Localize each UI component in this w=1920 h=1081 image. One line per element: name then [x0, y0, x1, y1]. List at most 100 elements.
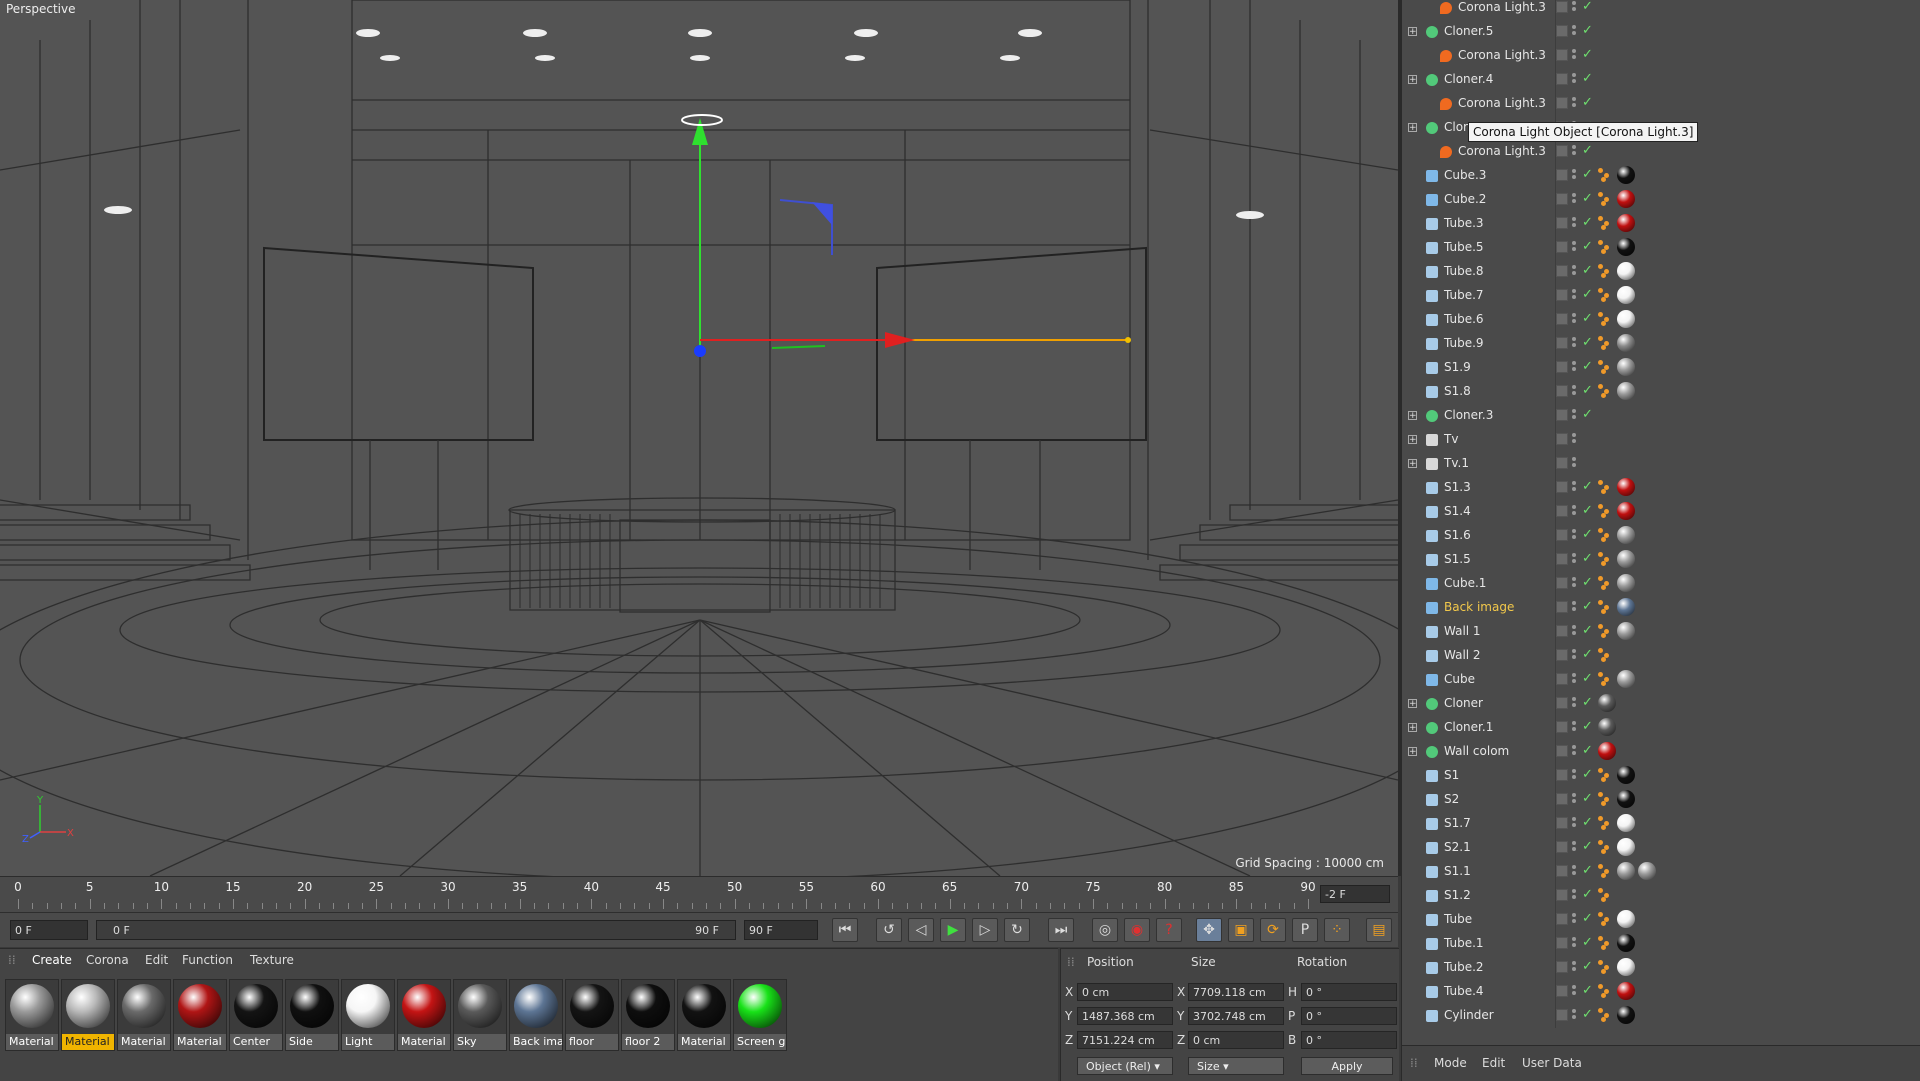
object-row[interactable]: + Cloner.4 ✓	[1402, 68, 1920, 92]
layer-icon[interactable]	[1556, 385, 1568, 397]
current-frame-field[interactable]: -2 F	[1320, 885, 1390, 903]
object-row[interactable]: Corona Light.3 ✓	[1402, 140, 1920, 164]
parameter-button[interactable]: P	[1292, 918, 1318, 942]
material-tag-icon[interactable]	[1617, 166, 1635, 184]
enabled-check-icon[interactable]: ✓	[1582, 551, 1593, 566]
object-name[interactable]: S1.9	[1444, 360, 1471, 374]
object-name[interactable]: Tv	[1444, 432, 1458, 446]
material-tag-icon[interactable]	[1617, 982, 1635, 1000]
object-row[interactable]: S1.1 ✓	[1402, 860, 1920, 884]
visibility-dots-icon[interactable]	[1572, 601, 1578, 615]
phong-tag-icon[interactable]	[1598, 598, 1614, 614]
visibility-dots-icon[interactable]	[1572, 769, 1578, 783]
object-row[interactable]: S1.4 ✓	[1402, 500, 1920, 524]
point-level-button[interactable]: ⁘	[1324, 918, 1350, 942]
visibility-dots-icon[interactable]	[1572, 73, 1578, 87]
menu-edit[interactable]: Edit	[1482, 1052, 1505, 1074]
layer-icon[interactable]	[1556, 841, 1568, 853]
object-row[interactable]: S2.1 ✓	[1402, 836, 1920, 860]
object-row[interactable]: S1.9 ✓	[1402, 356, 1920, 380]
object-row[interactable]: S1.6 ✓	[1402, 524, 1920, 548]
object-name[interactable]: Corona Light.3	[1458, 48, 1546, 62]
phong-tag-icon[interactable]	[1598, 310, 1614, 326]
layer-icon[interactable]	[1556, 985, 1568, 997]
enabled-check-icon[interactable]: ✓	[1582, 0, 1593, 14]
visibility-dots-icon[interactable]	[1572, 1009, 1578, 1023]
layer-icon[interactable]	[1556, 745, 1568, 757]
visibility-dots-icon[interactable]	[1572, 25, 1578, 39]
material-tag-icon[interactable]	[1617, 574, 1635, 592]
visibility-dots-icon[interactable]	[1572, 721, 1578, 735]
enabled-check-icon[interactable]: ✓	[1582, 359, 1593, 374]
enabled-check-icon[interactable]: ✓	[1582, 1007, 1593, 1022]
go-to-previous-key-button[interactable]: ↺	[876, 918, 902, 942]
enabled-check-icon[interactable]: ✓	[1582, 911, 1593, 926]
phong-tag-icon[interactable]	[1598, 262, 1614, 278]
material-swatch[interactable]: Material	[173, 979, 227, 1051]
enabled-check-icon[interactable]: ✓	[1582, 47, 1593, 62]
visibility-dots-icon[interactable]	[1572, 793, 1578, 807]
layer-icon[interactable]	[1556, 529, 1568, 541]
enabled-check-icon[interactable]: ✓	[1582, 311, 1593, 326]
visibility-dots-icon[interactable]	[1572, 457, 1578, 471]
visibility-dots-icon[interactable]	[1572, 817, 1578, 831]
layer-icon[interactable]	[1556, 1009, 1568, 1021]
layer-icon[interactable]	[1556, 865, 1568, 877]
layer-icon[interactable]	[1556, 769, 1568, 781]
object-name[interactable]: Cube.1	[1444, 576, 1486, 590]
visibility-dots-icon[interactable]	[1572, 889, 1578, 903]
object-row[interactable]: Tube.5 ✓	[1402, 236, 1920, 260]
object-name[interactable]: Tube.8	[1444, 264, 1484, 278]
object-name[interactable]: Wall colom	[1444, 744, 1509, 758]
object-row[interactable]: Cylinder ✓	[1402, 1004, 1920, 1028]
object-row[interactable]: + Wall colom ✓	[1402, 740, 1920, 764]
object-row[interactable]: Tube.6 ✓	[1402, 308, 1920, 332]
layer-icon[interactable]	[1556, 145, 1568, 157]
phong-tag-icon[interactable]	[1598, 574, 1614, 590]
layer-icon[interactable]	[1556, 169, 1568, 181]
visibility-dots-icon[interactable]	[1572, 913, 1578, 927]
layer-icon[interactable]	[1556, 793, 1568, 805]
visibility-dots-icon[interactable]	[1572, 409, 1578, 423]
layer-icon[interactable]	[1556, 193, 1568, 205]
visibility-dots-icon[interactable]	[1572, 673, 1578, 687]
material-tag-icon[interactable]	[1617, 286, 1635, 304]
material-tag-icon[interactable]	[1617, 958, 1635, 976]
layer-icon[interactable]	[1556, 73, 1568, 85]
material-swatch[interactable]: Material	[117, 979, 171, 1051]
material-tag-icon[interactable]	[1617, 622, 1635, 640]
material-swatch[interactable]: Side	[285, 979, 339, 1051]
object-name[interactable]: Tube.5	[1444, 240, 1484, 254]
object-row[interactable]: Tube.4 ✓	[1402, 980, 1920, 1004]
material-swatch[interactable]: Material	[61, 979, 115, 1051]
material-swatch[interactable]: Sky	[453, 979, 507, 1051]
enabled-check-icon[interactable]: ✓	[1582, 791, 1593, 806]
expand-toggle-icon[interactable]: +	[1408, 747, 1417, 757]
layer-icon[interactable]	[1556, 49, 1568, 61]
play-button[interactable]: ▶	[940, 918, 966, 942]
object-row[interactable]: Cube.2 ✓	[1402, 188, 1920, 212]
visibility-dots-icon[interactable]	[1572, 985, 1578, 999]
enabled-check-icon[interactable]: ✓	[1582, 887, 1593, 902]
object-name[interactable]: S1.8	[1444, 384, 1471, 398]
visibility-dots-icon[interactable]	[1572, 337, 1578, 351]
object-row[interactable]: Cube.1 ✓	[1402, 572, 1920, 596]
material-tag-icon[interactable]	[1617, 310, 1635, 328]
start-frame-field[interactable]: 0 F	[10, 920, 88, 940]
material-tag-icon[interactable]	[1617, 910, 1635, 928]
layer-icon[interactable]	[1556, 25, 1568, 37]
object-row[interactable]: Wall 2 ✓	[1402, 644, 1920, 668]
visibility-dots-icon[interactable]	[1572, 193, 1578, 207]
rot-p-field[interactable]: 0 °	[1301, 1007, 1397, 1025]
object-row[interactable]: S1 ✓	[1402, 764, 1920, 788]
visibility-dots-icon[interactable]	[1572, 577, 1578, 591]
layer-icon[interactable]	[1556, 697, 1568, 709]
phong-tag-icon[interactable]	[1598, 358, 1614, 374]
phong-tag-icon[interactable]	[1598, 958, 1614, 974]
object-row[interactable]: + Cloner.1 ✓	[1402, 716, 1920, 740]
enabled-check-icon[interactable]: ✓	[1582, 95, 1593, 110]
move-tool-button[interactable]: ✥	[1196, 918, 1222, 942]
visibility-dots-icon[interactable]	[1572, 625, 1578, 639]
phong-tag-icon[interactable]	[1598, 670, 1614, 686]
viewport-label[interactable]: Perspective	[6, 2, 76, 16]
